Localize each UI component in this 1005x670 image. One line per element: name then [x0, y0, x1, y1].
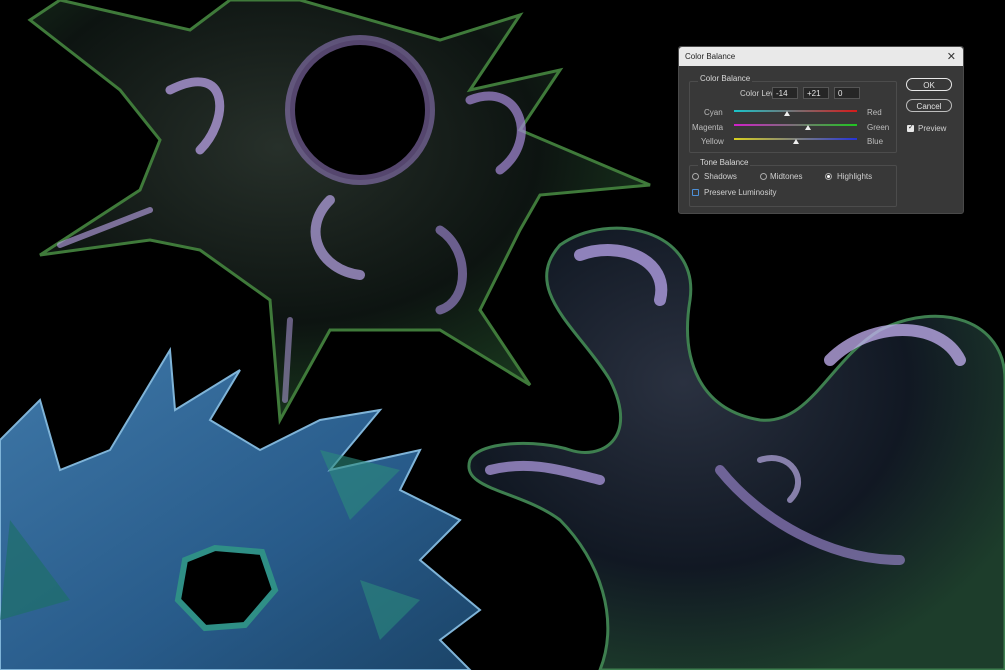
level-cyan-red-input[interactable]: -14 [772, 87, 798, 99]
tone-balance-group-label: Tone Balance [698, 158, 751, 167]
magenta-green-slider-thumb[interactable] [805, 125, 812, 130]
midtones-radio-label: Midtones [770, 172, 803, 181]
cyan-red-slider-track[interactable] [734, 110, 857, 112]
magenta-green-slider-track[interactable] [734, 124, 857, 126]
cancel-button[interactable]: Cancel [906, 99, 952, 112]
shadows-radio[interactable] [692, 173, 699, 180]
dialog-titlebar[interactable]: Color Balance ✕ [679, 47, 963, 66]
slider-right-label-blue: Blue [867, 137, 884, 146]
shadows-radio-label: Shadows [704, 172, 737, 181]
yellow-blue-slider-thumb[interactable] [792, 139, 799, 144]
cyan-red-slider-thumb[interactable] [783, 111, 790, 116]
slider-right-label-green: Green [867, 123, 890, 132]
slider-left-label-cyan: Cyan [704, 108, 723, 117]
dialog-title: Color Balance [685, 52, 736, 61]
close-icon[interactable]: ✕ [947, 50, 956, 63]
slider-left-label-yellow: Yellow [701, 137, 724, 146]
preview-checkbox[interactable] [907, 123, 914, 132]
blob-shape-right [467, 226, 1005, 670]
level-yellow-blue-input[interactable]: 0 [834, 87, 860, 99]
midtones-radio[interactable] [760, 173, 767, 180]
preview-label: Preview [918, 124, 947, 133]
slider-left-label-magenta: Magenta [692, 123, 724, 132]
preserve-luminosity-checkbox[interactable] [692, 189, 699, 196]
star-shape-top [27, 0, 651, 426]
highlights-radio[interactable] [825, 173, 832, 180]
highlights-radio-label: Highlights [837, 172, 873, 181]
color-balance-dialog: Color Balance ✕ Color Balance Color Leve… [678, 46, 964, 214]
preserve-luminosity-label: Preserve Luminosity [704, 188, 777, 197]
ok-button[interactable]: OK [906, 78, 952, 91]
gear-shape-bottom-left [0, 346, 482, 670]
slider-right-label-red: Red [867, 108, 882, 117]
level-magenta-green-input[interactable]: +21 [803, 87, 829, 99]
color-balance-group-label: Color Balance [698, 74, 753, 83]
